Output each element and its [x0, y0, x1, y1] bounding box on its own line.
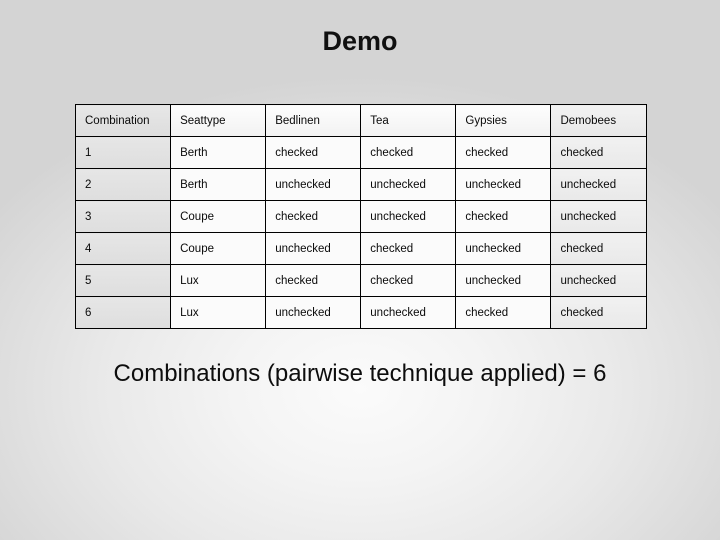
- cell-seattype: Lux: [170, 264, 267, 297]
- cell-combination: 6: [74, 296, 172, 329]
- cell-tea: unchecked: [360, 296, 457, 329]
- page-title: Demo: [322, 26, 398, 56]
- cell-seattype: Lux: [170, 296, 267, 329]
- cell-tea: checked: [360, 136, 457, 169]
- table-row: 1 Berth checked checked checked checked: [74, 136, 647, 169]
- table-row: 3 Coupe checked unchecked checked unchec…: [74, 200, 647, 233]
- column-header-seattype[interactable]: Seattype: [170, 104, 267, 137]
- cell-demobees: unchecked: [550, 264, 647, 297]
- slide-canvas: Demo Combination Seattype Bedlinen Tea G…: [0, 0, 720, 540]
- table-header-row: Combination Seattype Bedlinen Tea Gypsie…: [74, 104, 647, 137]
- combinations-table: Combination Seattype Bedlinen Tea Gypsie…: [74, 104, 647, 329]
- column-header-gypsies[interactable]: Gypsies: [455, 104, 552, 137]
- cell-demobees: checked: [550, 232, 647, 265]
- cell-combination: 3: [74, 200, 172, 233]
- cell-demobees: checked: [550, 296, 647, 329]
- cell-combination: 4: [74, 232, 172, 265]
- cell-combination: 1: [74, 136, 172, 169]
- table-body: 1 Berth checked checked checked checked …: [74, 136, 647, 329]
- cell-bedlinen: checked: [265, 136, 362, 169]
- cell-demobees: checked: [550, 136, 647, 169]
- column-header-bedlinen[interactable]: Bedlinen: [265, 104, 362, 137]
- cell-bedlinen: unchecked: [265, 296, 362, 329]
- column-header-demobees[interactable]: Demobees: [550, 104, 647, 137]
- cell-gypsies: checked: [455, 136, 552, 169]
- cell-demobees: unchecked: [550, 200, 647, 233]
- table-row: 2 Berth unchecked unchecked unchecked un…: [74, 168, 647, 201]
- cell-demobees: unchecked: [550, 168, 647, 201]
- cell-combination: 5: [74, 264, 172, 297]
- cell-gypsies: unchecked: [455, 232, 552, 265]
- cell-gypsies: unchecked: [455, 264, 552, 297]
- cell-tea: unchecked: [360, 168, 457, 201]
- combinations-summary-caption: Combinations (pairwise technique applied…: [113, 360, 607, 387]
- cell-tea: unchecked: [360, 200, 457, 233]
- cell-bedlinen: checked: [265, 200, 362, 233]
- cell-seattype: Berth: [170, 168, 267, 201]
- cell-seattype: Coupe: [170, 200, 267, 233]
- table-row: 5 Lux checked checked unchecked unchecke…: [74, 264, 647, 297]
- cell-gypsies: unchecked: [455, 168, 552, 201]
- cell-bedlinen: unchecked: [265, 168, 362, 201]
- table-row: 4 Coupe unchecked checked unchecked chec…: [74, 232, 647, 265]
- combinations-table-container: Combination Seattype Bedlinen Tea Gypsie…: [74, 104, 647, 329]
- cell-tea: checked: [360, 232, 457, 265]
- table-row: 6 Lux unchecked unchecked checked checke…: [74, 296, 647, 329]
- cell-bedlinen: checked: [265, 264, 362, 297]
- cell-combination: 2: [74, 168, 172, 201]
- cell-tea: checked: [360, 264, 457, 297]
- cell-bedlinen: unchecked: [265, 232, 362, 265]
- cell-seattype: Berth: [170, 136, 267, 169]
- column-header-combination[interactable]: Combination: [74, 104, 172, 137]
- cell-gypsies: checked: [455, 296, 552, 329]
- column-header-tea[interactable]: Tea: [360, 104, 457, 137]
- cell-seattype: Coupe: [170, 232, 267, 265]
- table-header: Combination Seattype Bedlinen Tea Gypsie…: [74, 104, 647, 137]
- cell-gypsies: checked: [455, 200, 552, 233]
